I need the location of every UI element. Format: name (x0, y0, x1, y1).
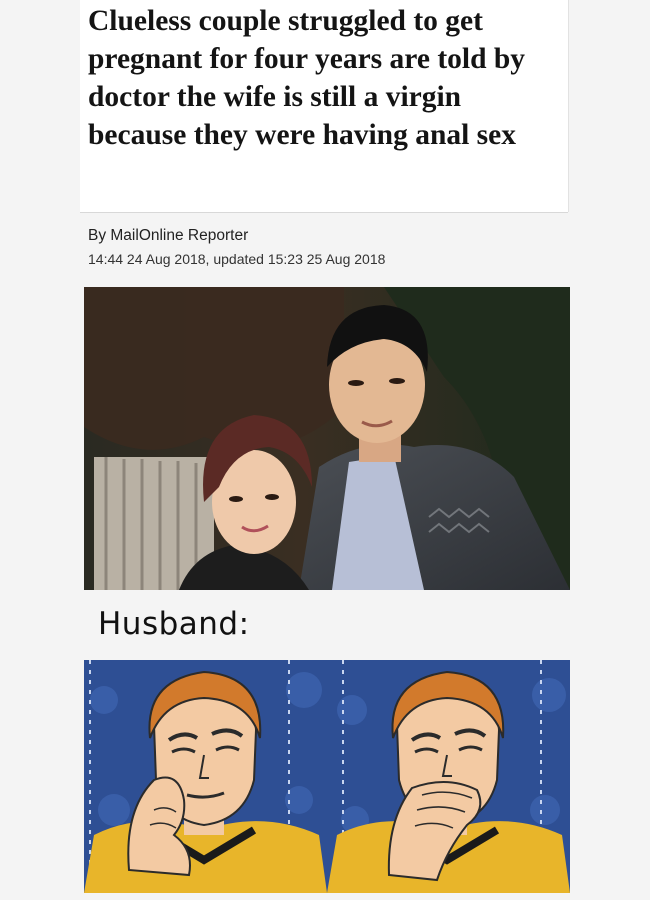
article-headline-card: Clueless couple struggled to get pregnan… (80, 0, 569, 212)
meme-page: Clueless couple struggled to get pregnan… (0, 0, 650, 900)
couple-photo (84, 287, 570, 590)
headline-divider (80, 212, 568, 213)
husband-reaction-panel-2 (327, 660, 570, 893)
article-byline: By MailOnline Reporter (88, 227, 249, 244)
article-timestamp: 14:44 24 Aug 2018, updated 15:23 25 Aug … (88, 251, 386, 267)
article-headline: Clueless couple struggled to get pregnan… (88, 5, 526, 151)
husband-reaction-panel-1 (84, 660, 327, 893)
meme-label: Husband: (98, 606, 250, 642)
